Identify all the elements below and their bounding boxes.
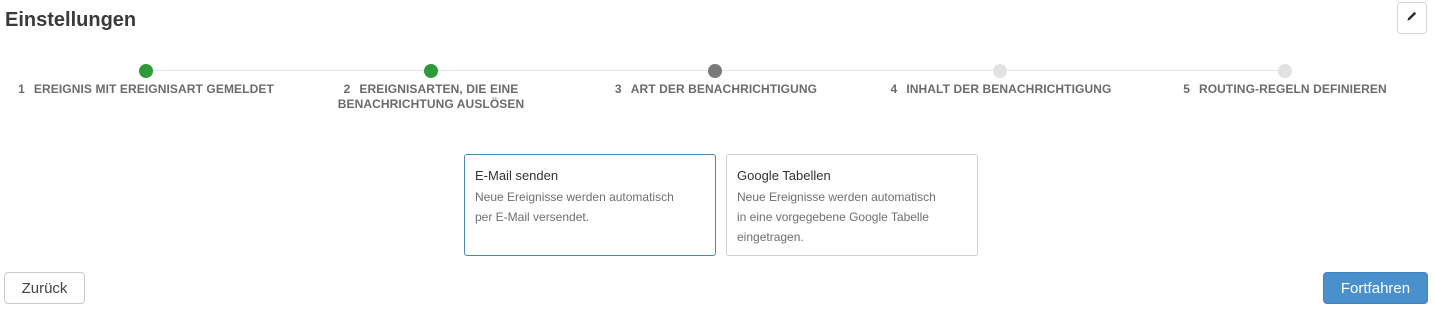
step-2-indicator: [424, 64, 438, 78]
edit-button[interactable]: [1397, 2, 1427, 34]
step-2-label: 2 EREIGNISARTEN, DIE EINE BENACHRICHTUNG …: [271, 82, 591, 112]
option-description-line: Neue Ereignisse werden automatisch: [475, 190, 674, 204]
option-description-line: Neue Ereignisse werden automatisch: [737, 190, 936, 204]
option-description: Neue Ereignisse werden automatisch in ei…: [737, 187, 967, 247]
step-5-label: 5 ROUTING-REGELN DEFINIEREN: [1125, 82, 1435, 97]
option-title: E-Mail senden: [475, 168, 559, 183]
step-title: ART DER BENACHRICHTIGUNG: [630, 82, 818, 96]
step-title-line-2: BENACHRICHTUNG AUSLÖSEN: [337, 97, 525, 111]
back-button[interactable]: Zurück: [4, 272, 85, 304]
option-description-line: per E-Mail versendet.: [475, 210, 590, 224]
option-card-google-sheets[interactable]: Google Tabellen Neue Ereignisse werden a…: [726, 154, 978, 256]
step-title: ROUTING-REGELN DEFINIEREN: [1198, 82, 1387, 96]
option-title: Google Tabellen: [737, 168, 831, 183]
continue-button[interactable]: Fortfahren: [1323, 272, 1428, 304]
option-description: Neue Ereignisse werden automatisch per E…: [475, 187, 705, 227]
step-1-label: 1 EREIGNIS MIT EREIGNISART GEMELDET: [0, 82, 306, 97]
step-4-label: 4 INHALT DER BENACHRICHTIGUNG: [841, 82, 1161, 97]
step-title: EREIGNIS MIT EREIGNISART GEMELDET: [33, 82, 274, 96]
step-3-indicator: [708, 64, 722, 78]
step-title: EREIGNISARTEN, DIE EINE: [359, 82, 519, 96]
step-1-indicator: [139, 64, 153, 78]
page-title: Einstellungen: [5, 9, 137, 31]
step-title: INHALT DER BENACHRICHTIGUNG: [906, 82, 1112, 96]
pencil-icon: [1406, 9, 1418, 27]
step-3-label: 3 ART DER BENACHRICHTIGUNG: [556, 82, 876, 97]
step-number: 1: [18, 82, 25, 96]
step-number: 5: [1183, 82, 1190, 96]
step-number: 2: [343, 82, 351, 96]
step-number: 4: [890, 82, 898, 96]
option-card-email[interactable]: E-Mail senden Neue Ereignisse werden aut…: [464, 154, 716, 256]
step-4-indicator: [993, 64, 1007, 78]
step-number: 3: [614, 82, 622, 96]
option-description-line: in eine vorgegebene Google Tabelle: [737, 210, 929, 224]
step-5-indicator: [1278, 64, 1292, 78]
option-description-line: eingetragen.: [737, 230, 804, 244]
settings-page: Einstellungen 1 EREIGNIS MIT EREIGNISART …: [0, 0, 1435, 312]
